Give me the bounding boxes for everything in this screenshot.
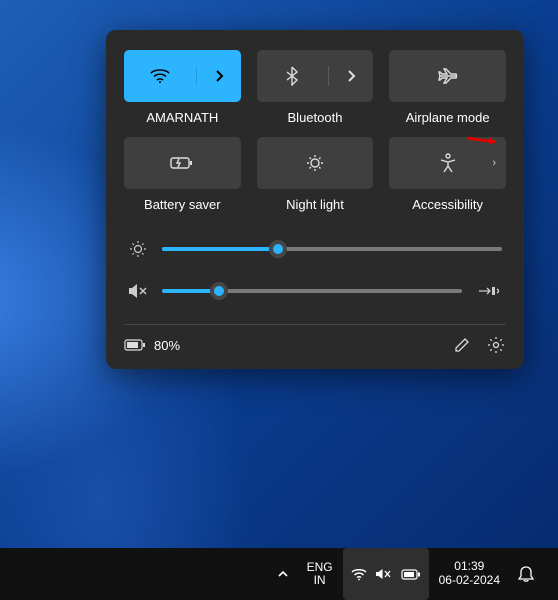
battery-icon xyxy=(401,569,421,580)
taskbar: ENG IN 01:39 06-02-2024 xyxy=(0,548,558,600)
accessibility-tile[interactable]: › xyxy=(389,137,506,189)
wifi-tile-wrap: AMARNATH xyxy=(124,50,241,125)
pencil-icon xyxy=(454,337,470,353)
brightness-icon xyxy=(128,240,148,258)
accessibility-tile-wrap: › Accessibility xyxy=(389,137,506,212)
gear-icon xyxy=(487,336,505,354)
chevron-right-icon xyxy=(214,69,224,83)
wifi-toggle[interactable] xyxy=(124,68,197,84)
lang-secondary: IN xyxy=(314,574,326,587)
bluetooth-tile-wrap: Bluetooth xyxy=(257,50,374,125)
volume-thumb[interactable] xyxy=(210,282,228,300)
wifi-icon xyxy=(351,568,367,581)
bluetooth-label: Bluetooth xyxy=(288,110,343,125)
quick-settings-panel: AMARNATH Bluetooth Airplane xyxy=(106,30,524,369)
battery-saver-tile-wrap: Battery saver xyxy=(124,137,241,212)
wifi-icon xyxy=(150,68,170,84)
brightness-slider[interactable] xyxy=(162,247,502,251)
night-light-icon xyxy=(305,153,325,173)
volume-slider-row xyxy=(128,282,502,300)
tray-overflow-button[interactable] xyxy=(269,548,297,600)
airplane-tile[interactable] xyxy=(389,50,506,102)
brightness-fill xyxy=(162,247,278,251)
battery-saver-label: Battery saver xyxy=(144,197,221,212)
night-light-tile-wrap: Night light xyxy=(257,137,374,212)
audio-output-button[interactable] xyxy=(476,283,502,299)
chevron-right-icon: › xyxy=(492,157,496,169)
chevron-up-icon xyxy=(277,569,289,579)
bluetooth-toggle[interactable] xyxy=(257,66,330,86)
bell-icon xyxy=(518,565,534,583)
taskbar-date: 06-02-2024 xyxy=(439,574,500,588)
wifi-label: AMARNATH xyxy=(146,110,218,125)
airplane-label: Airplane mode xyxy=(406,110,490,125)
battery-status[interactable]: 80% xyxy=(124,338,180,353)
panel-footer: 80% xyxy=(124,324,506,355)
wifi-tile[interactable] xyxy=(124,50,241,102)
language-button[interactable]: ENG IN xyxy=(299,548,341,600)
airplane-icon xyxy=(437,67,459,85)
wifi-expand-button[interactable] xyxy=(197,69,241,83)
battery-saver-tile[interactable] xyxy=(124,137,241,189)
edit-button[interactable] xyxy=(452,335,472,355)
volume-mute-icon[interactable] xyxy=(128,282,148,300)
night-light-tile[interactable] xyxy=(257,137,374,189)
quick-tiles-grid: AMARNATH Bluetooth Airplane xyxy=(124,50,506,212)
accessibility-icon xyxy=(439,153,457,173)
volume-slider[interactable] xyxy=(162,289,462,293)
notifications-button[interactable] xyxy=(510,548,542,600)
battery-icon xyxy=(124,339,146,351)
settings-button[interactable] xyxy=(486,335,506,355)
brightness-slider-row xyxy=(128,240,502,258)
battery-percent: 80% xyxy=(154,338,180,353)
accessibility-label: Accessibility xyxy=(412,197,483,212)
footer-actions xyxy=(452,335,506,355)
volume-mute-icon xyxy=(375,567,393,581)
clock-button[interactable]: 01:39 06-02-2024 xyxy=(431,548,508,600)
chevron-right-icon xyxy=(346,69,356,83)
taskbar-time: 01:39 xyxy=(454,560,484,574)
bluetooth-expand-button[interactable] xyxy=(329,69,373,83)
night-light-label: Night light xyxy=(286,197,344,212)
brightness-thumb[interactable] xyxy=(269,240,287,258)
bluetooth-icon xyxy=(286,66,298,86)
system-tray-button[interactable] xyxy=(343,548,429,600)
airplane-tile-wrap: Airplane mode xyxy=(389,50,506,125)
battery-saver-icon xyxy=(170,155,194,171)
bluetooth-tile[interactable] xyxy=(257,50,374,102)
